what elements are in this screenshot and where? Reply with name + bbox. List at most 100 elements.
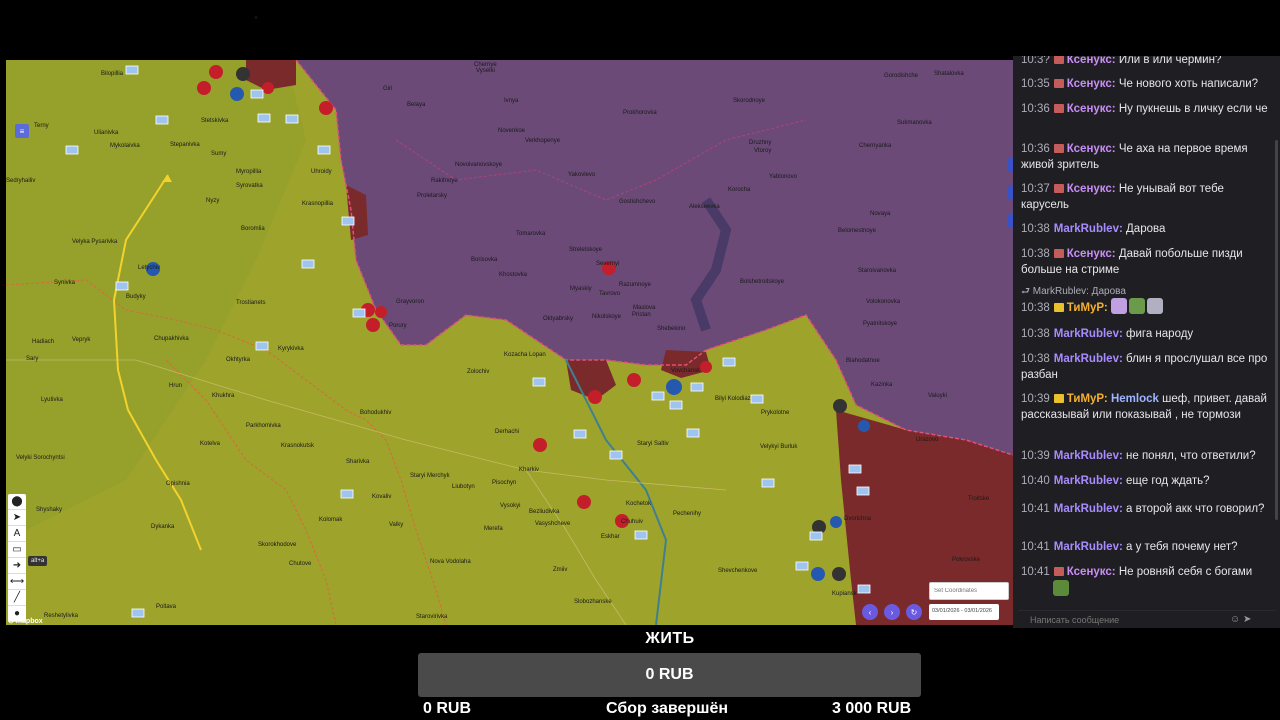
- message-text: еще год ждать?: [1126, 475, 1210, 487]
- draw-tool-6[interactable]: ╱: [8, 590, 26, 606]
- red-marker[interactable]: [627, 373, 641, 387]
- draw-tool-3[interactable]: ▭: [8, 542, 26, 558]
- svg-text:Pyatnitskoye: Pyatnitskoye: [863, 321, 898, 327]
- svg-text:Kazinka: Kazinka: [871, 382, 893, 388]
- red-marker[interactable]: [197, 81, 211, 95]
- svg-text:Sumy: Sumy: [211, 151, 226, 157]
- chat-username[interactable]: Ксенукс:: [1067, 248, 1116, 260]
- red-marker[interactable]: [588, 390, 602, 404]
- svg-text:Vovchansk: Vovchansk: [671, 368, 701, 374]
- svg-text:Dvorichna: Dvorichna: [844, 516, 872, 522]
- chat-username[interactable]: MarkRublev:: [1054, 541, 1123, 553]
- red-marker[interactable]: [533, 438, 547, 452]
- draw-tool-0[interactable]: ⬤: [8, 494, 26, 510]
- map-menu-button[interactable]: ≡: [15, 124, 29, 138]
- red-marker[interactable]: [366, 318, 380, 332]
- chat-scrollbar[interactable]: [1275, 140, 1278, 520]
- chat-username[interactable]: Ксенукс:: [1067, 78, 1116, 90]
- svg-text:Kharkiv: Kharkiv: [519, 467, 539, 473]
- chat-username[interactable]: Ксенукс:: [1067, 56, 1116, 66]
- svg-text:Vasyshcheve: Vasyshcheve: [535, 521, 571, 527]
- red-marker[interactable]: [577, 495, 591, 509]
- chat-username[interactable]: MarkRublev:: [1054, 450, 1123, 462]
- russia-flag-marker[interactable]: [236, 67, 250, 81]
- svg-text:Budyky: Budyky: [126, 294, 146, 300]
- svg-text:Verkhopenye: Verkhopenye: [525, 138, 561, 144]
- message-time: 10:41: [1021, 503, 1050, 515]
- svg-text:Nova Vodolaha: Nova Vodolaha: [430, 559, 471, 565]
- svg-text:Belomestnoye: Belomestnoye: [838, 228, 877, 234]
- message-time: 10:35: [1021, 78, 1050, 90]
- svg-text:Novenkoe: Novenkoe: [498, 128, 526, 134]
- draw-tool-4[interactable]: ➜: [8, 558, 26, 574]
- chat-username[interactable]: ТиМуР:: [1067, 393, 1108, 405]
- svg-text:Slobozhanske: Slobozhanske: [574, 599, 612, 605]
- message-text: Дарова: [1126, 223, 1166, 235]
- draw-tool-2[interactable]: A: [8, 526, 26, 542]
- svg-text:Krasnokutsk: Krasnokutsk: [281, 443, 315, 449]
- date-range[interactable]: 03/01/2026 - 03/01/2026: [929, 604, 999, 620]
- chevron-right-icon: ›: [890, 607, 894, 617]
- svg-text:Zmiiv: Zmiiv: [553, 567, 567, 573]
- svg-text:Kupiansk: Kupiansk: [832, 591, 858, 597]
- red-marker[interactable]: [262, 82, 274, 94]
- gift-badge-icon: [1053, 79, 1064, 88]
- chat-username[interactable]: Ксенукс:: [1067, 566, 1116, 578]
- chat-username[interactable]: Ксенукс:: [1067, 143, 1116, 155]
- ukraine-flag-marker[interactable]: [230, 87, 244, 101]
- svg-text:Troitske: Troitske: [968, 496, 990, 502]
- chat-username[interactable]: MarkRublev:: [1054, 353, 1123, 365]
- chat-username[interactable]: Ксенукс:: [1067, 103, 1116, 115]
- svg-text:Sary: Sary: [26, 356, 38, 362]
- svg-text:Myropillia: Myropillia: [236, 169, 262, 175]
- chat-username[interactable]: MarkRublev:: [1054, 475, 1123, 487]
- red-marker[interactable]: [375, 306, 387, 318]
- red-marker[interactable]: [700, 361, 712, 373]
- chat-message: 10:37 Ксенукс: Не унывай вот тебе карусел…: [1021, 181, 1273, 213]
- message-time: 10:38: [1021, 302, 1050, 314]
- svg-text:Staryi Saltiv: Staryi Saltiv: [637, 441, 669, 447]
- draw-tool-1[interactable]: ➤: [8, 510, 26, 526]
- ukraine-flag-marker[interactable]: [858, 420, 870, 432]
- ukraine-flag-marker[interactable]: [830, 516, 842, 528]
- chat-username[interactable]: MarkRublev:: [1054, 503, 1123, 515]
- svg-text:Trostianets: Trostianets: [236, 300, 265, 306]
- svg-text:Ivnya: Ivnya: [504, 98, 519, 104]
- chat-username[interactable]: Ксенукс:: [1067, 183, 1116, 195]
- gift-badge-icon: [1053, 104, 1064, 113]
- red-marker[interactable]: [319, 101, 333, 115]
- russia-flag-marker[interactable]: [832, 567, 846, 581]
- svg-text:Dykanka: Dykanka: [151, 524, 175, 530]
- coordinates-input[interactable]: [929, 582, 1009, 600]
- chat-message: 10:39 MarkRublev: не понял, что ответили?: [1021, 448, 1273, 464]
- svg-text:Skorodnoye: Skorodnoye: [733, 98, 766, 104]
- svg-text:Staroivanovka: Staroivanovka: [858, 268, 897, 274]
- svg-text:Kotelva: Kotelva: [200, 441, 221, 447]
- prev-date-button[interactable]: ‹: [862, 604, 878, 620]
- emoji-send-icons[interactable]: ☺ ➤: [1230, 614, 1251, 625]
- red-marker[interactable]: [209, 65, 223, 79]
- svg-text:Valuyki: Valuyki: [928, 393, 947, 399]
- svg-text:Boromlia: Boromlia: [241, 226, 265, 232]
- war-map[interactable]: Bilopillia Stetskivka Sumy Uhroidy Krasn…: [6, 60, 1013, 625]
- message-time: 10:40: [1021, 475, 1050, 487]
- draw-tool-5[interactable]: ⟷: [8, 574, 26, 590]
- next-date-button[interactable]: ›: [884, 604, 900, 620]
- svg-text:Gorodishche: Gorodishche: [884, 73, 919, 79]
- chat-username[interactable]: MarkRublev:: [1054, 223, 1123, 235]
- message-time: 10:41: [1021, 566, 1050, 578]
- svg-text:Kyrykivka: Kyrykivka: [278, 346, 304, 352]
- chat-mention[interactable]: Hemlock: [1111, 393, 1159, 405]
- svg-text:Kovaliv: Kovaliv: [372, 494, 391, 500]
- svg-text:Kochetok: Kochetok: [626, 501, 652, 507]
- refresh-button[interactable]: ↻: [906, 604, 922, 620]
- ukraine-flag-marker[interactable]: [666, 379, 682, 395]
- ukraine-flag-marker[interactable]: [811, 567, 825, 581]
- starfield-background: [0, 0, 1280, 58]
- chat-username[interactable]: MarkRublev:: [1054, 328, 1123, 340]
- svg-text:Mykolaivka: Mykolaivka: [110, 143, 140, 149]
- svg-text:Vysokyi: Vysokyi: [500, 503, 520, 509]
- map-canvas[interactable]: Bilopillia Stetskivka Sumy Uhroidy Krasn…: [6, 60, 1013, 625]
- chat-username[interactable]: ТиМуР:: [1067, 302, 1108, 314]
- russia-flag-marker[interactable]: [833, 399, 847, 413]
